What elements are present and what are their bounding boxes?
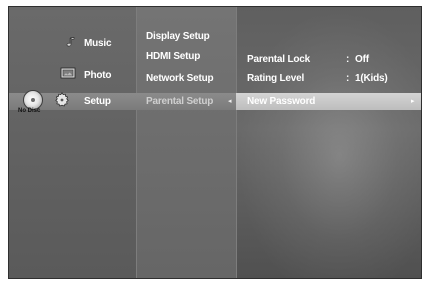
rating-level-value: 1(Kids) [355,73,388,84]
main-menu-item-music[interactable]: Music [84,38,112,49]
parental-lock-label[interactable]: Parental Lock [247,54,310,65]
setup-submenu-column [136,7,236,278]
rating-level-separator: : [346,73,350,84]
submenu-left-arrow-icon: ◂ [228,98,232,105]
main-menu-item-photo[interactable]: Photo [84,70,112,81]
parental-lock-value: Off [355,54,369,65]
photo-icon [60,67,76,79]
main-menu-item-setup[interactable]: Setup [84,96,111,107]
gear-icon [55,92,69,107]
no-disc-icon [23,90,43,110]
parental-options-column [236,7,421,278]
option-right-arrow-icon: ▸ [411,98,415,105]
parental-lock-separator: : [346,54,350,65]
rating-level-label[interactable]: Rating Level [247,73,304,84]
setup-item-parental[interactable]: Parental Setup [146,96,213,107]
setup-item-hdmi[interactable]: HDMI Setup [146,51,200,62]
no-disc-label: No Disc [18,108,41,114]
parental-setup-screen: No Disc Music Photo Setup Display Setup … [8,6,422,279]
setup-item-network[interactable]: Network Setup [146,73,214,84]
setup-item-display[interactable]: Display Setup [146,31,210,42]
new-password-option[interactable]: New Password [247,96,315,107]
music-note-icon [66,37,75,47]
